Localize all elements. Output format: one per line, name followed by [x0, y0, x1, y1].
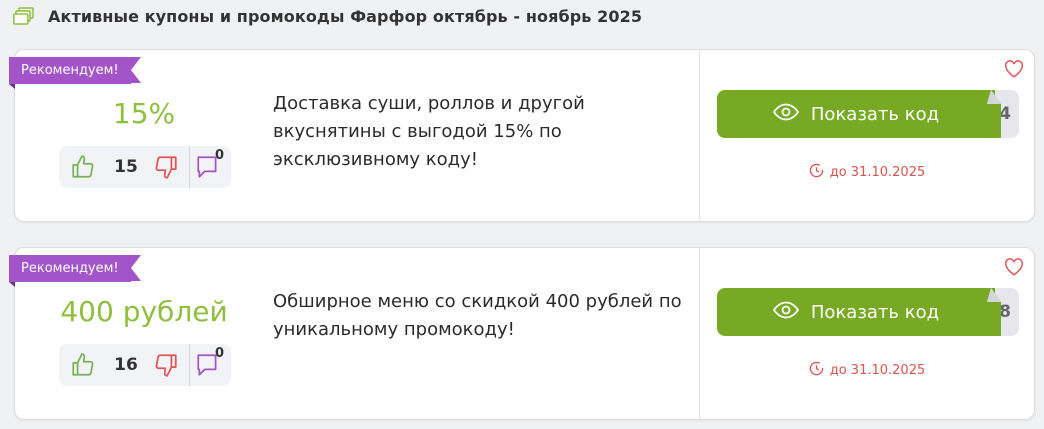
- vote-panel: 16 0: [59, 344, 231, 386]
- thumbs-down-icon[interactable]: [149, 146, 183, 188]
- favorite-heart-icon[interactable]: [1004, 60, 1024, 78]
- card-divider: [699, 50, 700, 221]
- likes-count: 15: [114, 157, 138, 177]
- coupon-card: Рекомендуем! 400 рублей 16 0 Обширное ме…: [9, 247, 1035, 420]
- show-code-label: Показать код: [810, 301, 940, 323]
- expiry-date: до 31.10.2025: [699, 163, 1035, 182]
- expiry-text: до 31.10.2025: [829, 165, 926, 180]
- show-code-button[interactable]: Показать код: [717, 288, 1001, 336]
- coupon-description: Доставка суши, роллов и другой вкуснятин…: [273, 93, 585, 170]
- coupon-value: 15%: [112, 97, 176, 130]
- vote-panel: 15 0: [59, 146, 231, 188]
- expiry-date: до 31.10.2025: [699, 361, 1035, 380]
- comments-button[interactable]: 0: [190, 344, 226, 386]
- show-code-label: Показать код: [810, 103, 940, 125]
- copy-icon: [10, 4, 38, 28]
- card-divider: [699, 248, 700, 419]
- thumbs-up-icon[interactable]: [63, 344, 103, 386]
- section-heading: Активные купоны и промокоды Фарфор октяб…: [10, 4, 642, 28]
- recommended-badge: Рекомендуем!: [9, 255, 141, 287]
- page-fold-icon: [979, 288, 1001, 336]
- comments-button[interactable]: 0: [190, 146, 226, 188]
- likes-count: 16: [114, 355, 138, 375]
- eye-icon: [772, 103, 799, 126]
- show-code-control: 8 Показать код: [717, 288, 1019, 336]
- clock-icon: [809, 163, 824, 182]
- show-code-button[interactable]: Показать код: [717, 90, 1001, 138]
- favorite-heart-icon[interactable]: [1004, 258, 1024, 276]
- coupon-value: 400 рублей: [60, 295, 228, 328]
- coupon-description: Обширное меню со скидкой 400 рублей по у…: [273, 291, 682, 340]
- thumbs-down-icon[interactable]: [149, 344, 183, 386]
- eye-icon: [772, 301, 799, 324]
- expiry-text: до 31.10.2025: [829, 363, 926, 378]
- page-fold-icon: [979, 90, 1001, 138]
- clock-icon: [809, 361, 824, 380]
- page-title: Активные купоны и промокоды Фарфор октяб…: [48, 6, 643, 26]
- show-code-control: 4 Показать код: [717, 90, 1019, 138]
- comments-count: 0: [214, 148, 224, 163]
- comments-count: 0: [214, 346, 224, 361]
- thumbs-up-icon[interactable]: [63, 146, 103, 188]
- recommended-badge: Рекомендуем!: [9, 57, 141, 89]
- coupon-card: Рекомендуем! 15% 15 0 Доставка суши, рол…: [9, 49, 1035, 222]
